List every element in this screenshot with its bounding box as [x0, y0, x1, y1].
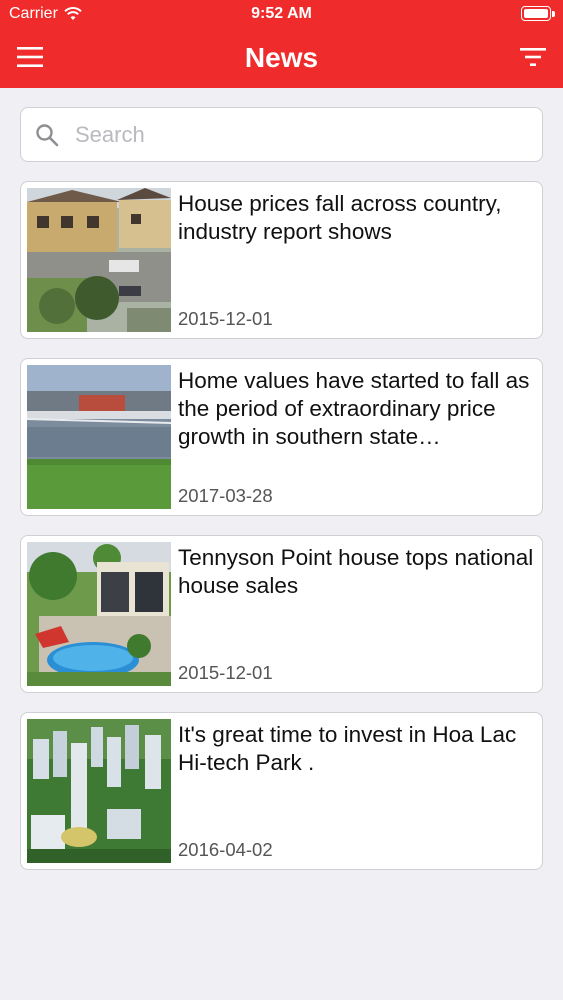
news-thumbnail: [27, 719, 171, 863]
news-item[interactable]: Tennyson Point house tops national house…: [20, 535, 543, 693]
news-date: 2015-12-01: [178, 308, 273, 329]
search-input[interactable]: [75, 121, 515, 148]
page-title: News: [244, 42, 319, 73]
news-thumbnail: [27, 365, 171, 509]
news-date: 2016-04-02: [178, 839, 273, 860]
filter-icon[interactable]: [519, 46, 547, 68]
news-date: 2015-12-01: [178, 662, 273, 683]
search-bar[interactable]: [20, 107, 543, 162]
news-title: Home values have started to fall as the …: [178, 368, 530, 449]
news-title: House prices fall across country, indust…: [178, 191, 502, 244]
news-title: Tennyson Point house tops national house…: [178, 545, 534, 598]
news-title: It's great time to invest in Hoa Lac Hi-…: [178, 722, 517, 775]
status-bar: Carrier 9:52 AM: [0, 0, 563, 30]
app-header: Carrier 9:52 AM News: [0, 0, 563, 88]
nav-bar: News: [0, 30, 563, 88]
news-thumbnail: [27, 542, 171, 686]
battery-icon: [521, 6, 555, 21]
news-list: House prices fall across country, indust…: [20, 181, 543, 889]
news-date: 2017-03-28: [178, 485, 273, 506]
news-item[interactable]: It's great time to invest in Hoa Lac Hi-…: [20, 712, 543, 870]
news-item[interactable]: Home values have started to fall as the …: [20, 358, 543, 516]
news-thumbnail: [27, 188, 171, 332]
status-time: 9:52 AM: [251, 5, 312, 22]
search-icon: [36, 123, 59, 146]
news-item[interactable]: House prices fall across country, indust…: [20, 181, 543, 339]
